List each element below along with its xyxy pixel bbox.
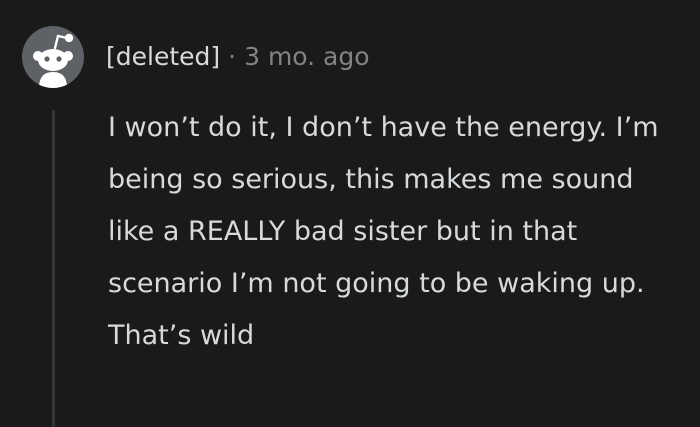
author-name[interactable]: [deleted] bbox=[106, 42, 220, 71]
reddit-snoo-icon bbox=[33, 33, 74, 88]
comment-body: I won’t do it, I don’t have the energy. … bbox=[108, 112, 659, 351]
avatar[interactable] bbox=[22, 26, 84, 88]
thread-collapse-line[interactable] bbox=[52, 110, 55, 427]
comment-meta: [deleted] · 3 mo. ago bbox=[106, 36, 370, 76]
meta-separator: · bbox=[228, 41, 237, 71]
comment-timestamp[interactable]: 3 mo. ago bbox=[244, 42, 369, 71]
comment: [deleted] · 3 mo. ago I won’t do it, I d… bbox=[0, 0, 700, 427]
